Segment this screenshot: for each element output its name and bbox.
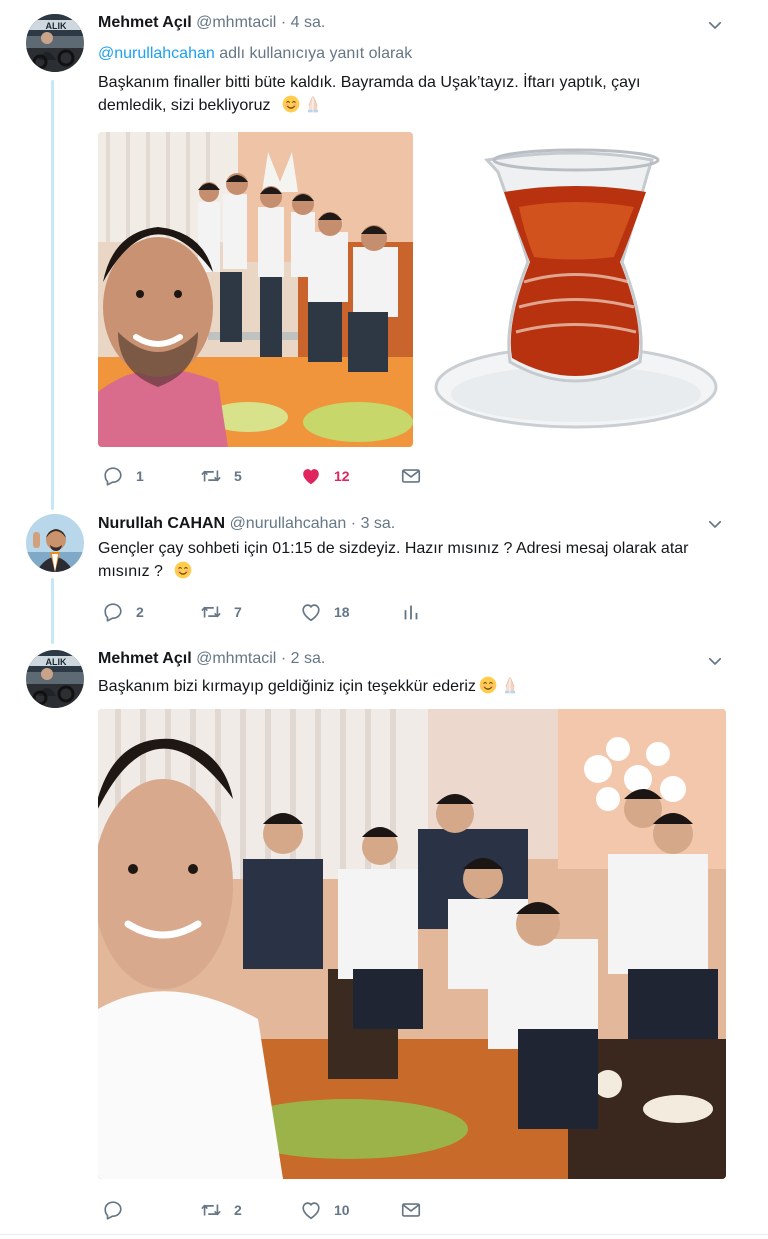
divider — [0, 1234, 768, 1235]
tweet-3[interactable]: ALIK Mehmet Açıl @mhmtacil · 2 sa. Başka… — [0, 640, 768, 1234]
reply-mention-link[interactable]: @nurullahcahan — [98, 45, 215, 62]
direct-message-button[interactable] — [400, 464, 422, 488]
group-selfie-photo[interactable] — [98, 132, 413, 447]
like-button[interactable]: 18 — [300, 600, 350, 624]
folded-hands-emoji — [500, 675, 520, 695]
retweet-icon — [200, 465, 222, 487]
retweet-count: 5 — [234, 468, 242, 484]
reply-button[interactable]: 2 — [102, 600, 144, 624]
tweet-actions: 2 10 — [98, 1198, 518, 1222]
tweet-text-line: Başkanım finaller bitti büte kaldık. Bay… — [98, 74, 641, 91]
chevron-down-icon[interactable] — [706, 515, 724, 533]
reply-context: @nurullahcahan adlı kullanıcıya yanıt ol… — [98, 44, 412, 64]
reply-context-text: adlı kullanıcıya yanıt olarak — [214, 45, 413, 62]
tweet-timestamp[interactable]: 2 sa. — [291, 650, 326, 667]
tweet-timestamp[interactable]: 4 sa. — [291, 14, 326, 31]
author-handle[interactable]: @nurullahcahan — [230, 515, 347, 532]
reply-icon — [102, 1199, 124, 1221]
like-button[interactable]: 12 — [300, 464, 350, 488]
smiling-face-emoji — [281, 94, 301, 114]
svg-text:ALIK: ALIK — [46, 21, 67, 31]
reply-button[interactable] — [102, 1198, 124, 1222]
retweet-button[interactable]: 5 — [200, 464, 242, 488]
retweet-button[interactable]: 2 — [200, 1198, 242, 1222]
avatar-nurullah[interactable] — [26, 514, 84, 572]
folded-hands-emoji — [303, 94, 323, 114]
like-count: 18 — [334, 604, 350, 620]
reply-count: 2 — [136, 604, 144, 620]
heart-filled-icon — [300, 465, 322, 487]
avatar-mehmet[interactable]: ALIK — [26, 14, 84, 72]
direct-message-button[interactable] — [400, 1198, 422, 1222]
reply-count: 1 — [136, 468, 144, 484]
heart-icon — [300, 1199, 322, 1221]
tweet-text: Gençler çay sohbeti için 01:15 de sizdey… — [98, 537, 718, 583]
author-handle[interactable]: @mhmtacil — [196, 650, 276, 667]
smiling-face-emoji — [173, 560, 193, 580]
retweet-count: 2 — [234, 1202, 242, 1218]
author-name[interactable]: Mehmet Açıl — [98, 14, 192, 31]
heart-icon — [300, 601, 322, 623]
avatar-mehmet[interactable]: ALIK — [26, 650, 84, 708]
reply-button[interactable]: 1 — [102, 464, 144, 488]
retweet-count: 7 — [234, 604, 242, 620]
retweet-icon — [200, 1199, 222, 1221]
like-count: 12 — [334, 468, 350, 484]
tweet-actions: 2 7 18 — [98, 600, 518, 624]
tweet-text: Başkanım finaller bitti büte kaldık. Bay… — [98, 71, 718, 117]
mail-icon — [400, 465, 422, 487]
like-count: 10 — [334, 1202, 350, 1218]
author-handle[interactable]: @mhmtacil — [196, 14, 276, 31]
tweet-2[interactable]: Nurullah CAHAN @nurullahcahan · 3 sa. Ge… — [0, 505, 768, 640]
bar-chart-icon — [400, 601, 422, 623]
author-name[interactable]: Mehmet Açıl — [98, 650, 192, 667]
reply-icon — [102, 465, 124, 487]
separator-dot: · — [280, 14, 287, 31]
author-name[interactable]: Nurullah CAHAN — [98, 515, 225, 532]
separator-dot: · — [350, 515, 357, 532]
reply-icon — [102, 601, 124, 623]
retweet-button[interactable]: 7 — [200, 600, 242, 624]
analytics-button[interactable] — [400, 600, 422, 624]
group-gathering-photo[interactable] — [98, 709, 726, 1179]
tweet-text-line: Gençler çay sohbeti için 01:15 de sizdey… — [98, 540, 689, 557]
separator-dot: · — [280, 650, 287, 667]
chevron-down-icon[interactable] — [706, 652, 724, 670]
svg-text:ALIK: ALIK — [46, 657, 67, 667]
smiling-face-emoji — [478, 675, 498, 695]
tweet-1[interactable]: ALIK Mehmet Açıl @mhmtacil · 4 sa. @nuru… — [0, 0, 768, 505]
retweet-icon — [200, 601, 222, 623]
mail-icon — [400, 1199, 422, 1221]
tweet-timestamp[interactable]: 3 sa. — [361, 515, 396, 532]
tweet-actions: 1 5 12 — [98, 464, 518, 488]
tweet-text-line: Başkanım bizi kırmayıp geldiğiniz için t… — [98, 678, 476, 695]
like-button[interactable]: 10 — [300, 1198, 350, 1222]
turkish-tea-glass-photo[interactable] — [424, 132, 726, 447]
chevron-down-icon[interactable] — [706, 16, 724, 34]
tweet-text-line: demledik, sizi bekliyoruz — [98, 97, 271, 114]
tweet-text-line: mısınız ? — [98, 563, 163, 580]
tweet-text: Başkanım bizi kırmayıp geldiğiniz için t… — [98, 675, 718, 698]
